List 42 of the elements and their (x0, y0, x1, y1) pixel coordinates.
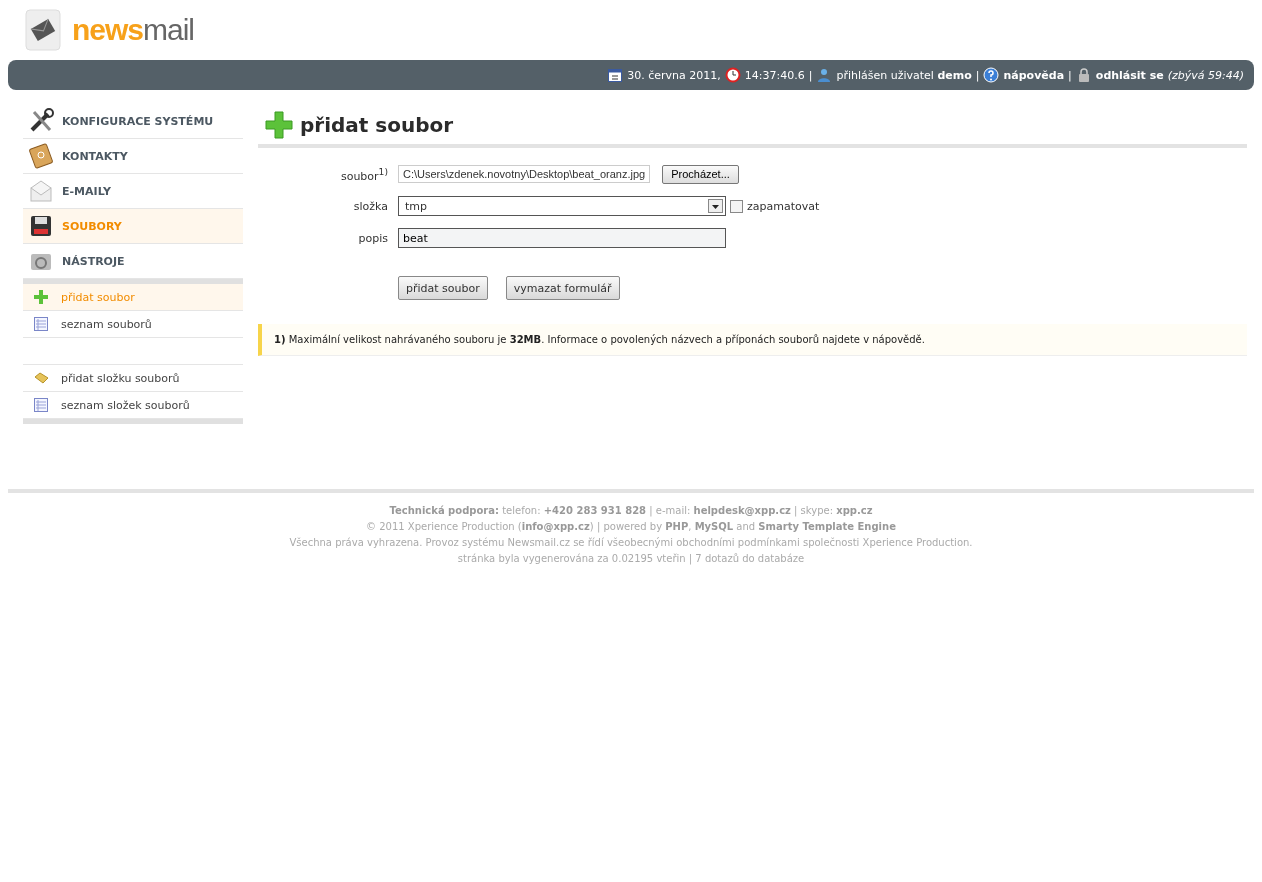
envelope-icon (28, 178, 54, 204)
browse-button[interactable]: Procházet... (662, 164, 739, 184)
time-text: 14:37:40.6 (744, 68, 805, 82)
date-text: 30. června 2011, (627, 68, 721, 82)
list-icon (33, 316, 49, 332)
separator-text: | (975, 68, 980, 82)
footer-text: stránka byla vygenerována za 0.02195 vteřin | 7 dotazů do databáze (456, 552, 806, 567)
sidebar-subitem[interactable]: seznam souborů (23, 311, 243, 338)
checkbox[interactable] (730, 199, 743, 213)
caret-icon (708, 199, 723, 213)
plus-icon (264, 110, 294, 140)
footer-text: Technická podpora: telefon: +420 283 931 828 | e-mail: helpdesk@xpp.cz | skype: xpp.cz (388, 504, 874, 519)
logout-link[interactable]: odhlásit se (1095, 68, 1164, 82)
sidebar-subitem[interactable]: přidat složku souborů (23, 365, 243, 392)
tag-icon (33, 370, 49, 386)
form-button[interactable]: přidat soubor (398, 276, 488, 300)
separator-text: | (1068, 68, 1072, 82)
session-remaining-text: (zbývá 59:44) (1167, 68, 1244, 82)
user-icon (816, 67, 833, 83)
form-button[interactable]: vymazat formulář (505, 276, 620, 300)
separator-text: | (808, 68, 813, 82)
field-label: soubor$^{1)}$ (339, 165, 388, 183)
field-label: popis (357, 231, 388, 245)
tools-icon (28, 108, 54, 134)
footer-text: Všechna práva vyhrazena. Provoz systému Newsmail.cz se řídí všeobecnými obchodními podmínkami společnosti Xperience Production. (288, 536, 974, 550)
logo-text: newsmail (72, 13, 195, 47)
page-title: přidat soubor (300, 113, 454, 137)
calendar-icon (607, 67, 624, 83)
clock-icon (724, 67, 741, 83)
checkbox-label: zapamatovat (747, 199, 820, 213)
logged-user-text: přihlášen uživatel demo (836, 68, 972, 82)
footnote-text: 1) Maximální velikost nahrávaného souboru je 32MB. Informace o povolených názvech a příponách souborů najdete v nápovědě. (258, 324, 1247, 356)
envelope-logo-icon (24, 8, 64, 52)
help-link[interactable]: nápověda (1003, 68, 1065, 82)
file-path-field[interactable]: C:\Users\zdenek.novotny\Desktop\beat_oranz.jpg (398, 165, 651, 183)
description-field[interactable]: beat (398, 228, 726, 248)
plus-icon (33, 289, 49, 305)
field-label: složka (352, 199, 388, 213)
footer-text: © 2011 Xperience Production (info@xpp.cz) | powered by PHP, MySQL and Smarty Template Engine (365, 520, 897, 535)
help-icon (983, 67, 1000, 83)
folder-dropdown[interactable]: tmp (398, 196, 726, 216)
list-icon (33, 397, 49, 413)
